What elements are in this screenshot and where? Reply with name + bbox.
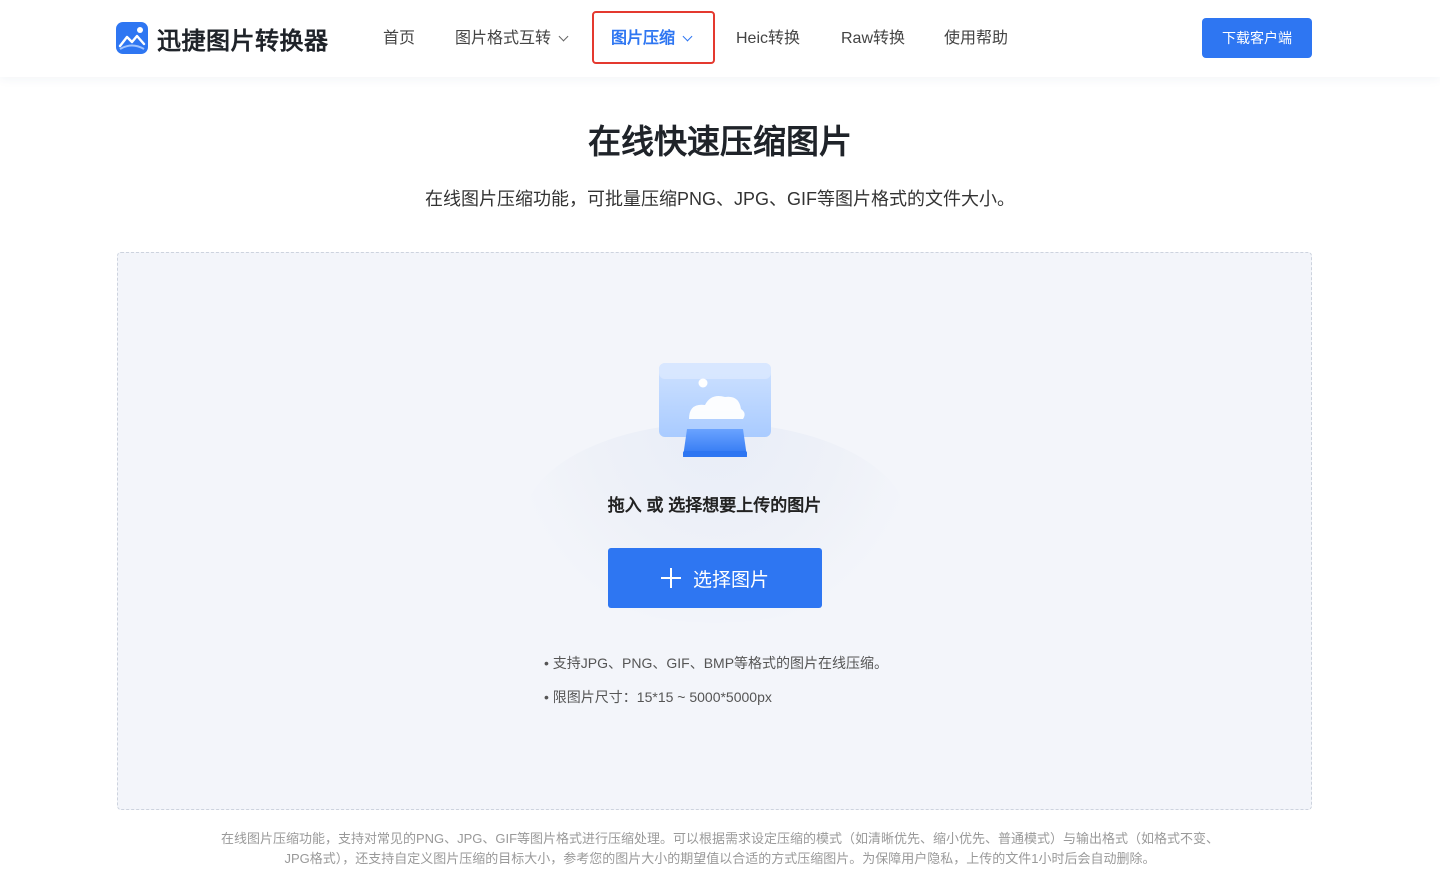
nav-item-label: 图片压缩 (611, 30, 676, 47)
upload-tip: 支持JPG、PNG、GIF、BMP等格式的图片在线压缩。 (544, 653, 888, 673)
top-header: 迅捷图片转换器 首页 图片格式互转 图片压缩 Heic转换 Raw转换 使用帮助… (0, 0, 1440, 77)
nav-item-format-convert[interactable]: 图片格式互转 (455, 27, 569, 51)
page-title: 在线快速压缩图片 (588, 123, 852, 160)
select-image-button[interactable]: 选择图片 (608, 548, 822, 608)
nav-item-home[interactable]: 首页 (383, 27, 415, 51)
upload-prompt: 拖入 或 选择想要上传的图片 (607, 496, 822, 515)
select-image-label: 选择图片 (692, 569, 769, 591)
chevron-down-icon (682, 31, 693, 42)
nav-item-compress[interactable]: 图片压缩 (611, 27, 693, 51)
footer-line: JPG格式），还支持自定义图片压缩的目标大小，参考您的图片大小的期望值以合适的方… (284, 851, 1156, 866)
nav-item-help[interactable]: 使用帮助 (944, 27, 1008, 51)
nav-item-label: Raw转换 (841, 30, 906, 47)
nav-item-label: 首页 (383, 30, 416, 47)
chevron-down-icon (558, 31, 569, 42)
upload-tips: 支持JPG、PNG、GIF、BMP等格式的图片在线压缩。 限图片尺寸：15*15… (544, 653, 888, 721)
nav-item-label: Heic转换 (736, 30, 801, 47)
nav-item-heic[interactable]: Heic转换 (736, 27, 800, 51)
footer-line: 在线图片压缩功能，支持对常见的PNG、JPG、GIF等图片格式进行压缩处理。可以… (220, 831, 1220, 846)
plus-icon (660, 568, 681, 588)
footer-description: 在线图片压缩功能，支持对常见的PNG、JPG、GIF等图片格式进行压缩处理。可以… (170, 829, 1270, 869)
nav-item-raw[interactable]: Raw转换 (841, 27, 905, 51)
upload-tip: 限图片尺寸：15*15 ~ 5000*5000px (544, 687, 888, 707)
upload-dropzone[interactable]: 拖入 或 选择想要上传的图片 选择图片 支持JPG、PNG、GIF、BMP等格式… (117, 252, 1312, 810)
page-subtitle: 在线图片压缩功能，可批量压缩PNG、JPG、GIF等图片格式的文件大小。 (424, 189, 1015, 209)
download-client-button[interactable]: 下载客户端 (1202, 18, 1312, 58)
nav-item-label: 使用帮助 (944, 30, 1009, 47)
nav-item-label: 图片格式互转 (455, 30, 552, 47)
monitor-image-icon (655, 361, 775, 461)
